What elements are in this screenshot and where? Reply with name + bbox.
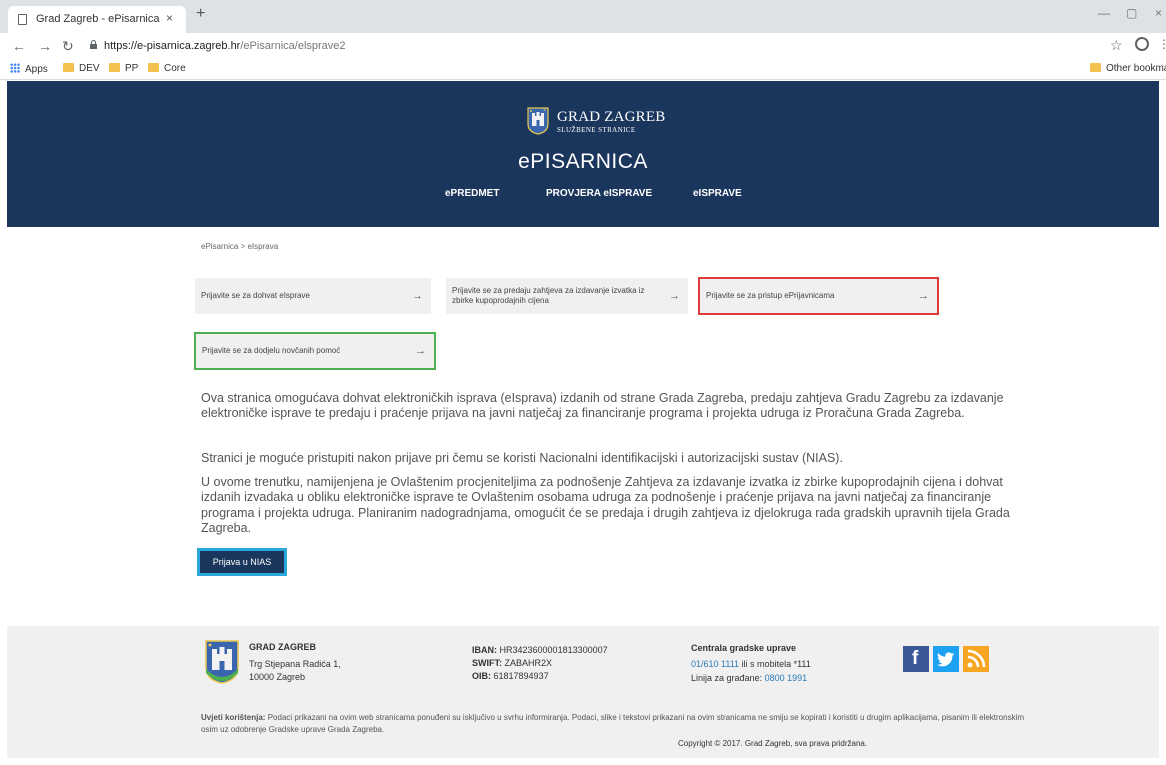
rss-icon[interactable] xyxy=(963,646,989,672)
nav-epredmet[interactable]: ePREDMET xyxy=(445,188,499,199)
bookmark-star-icon[interactable]: ☆ xyxy=(1110,37,1123,54)
folder-icon xyxy=(1090,63,1101,72)
brand-subtitle: SLUŽBENE STRANICE xyxy=(557,126,636,134)
url-text[interactable]: https://e-pisarnica.zagreb.hr/ePisarnica… xyxy=(104,40,346,52)
breadcrumb[interactable]: ePisarnica > eIsprava xyxy=(201,242,278,251)
nav-provjera-eisprave[interactable]: PROVJERA eISPRAVE xyxy=(546,188,652,199)
arrow-right-icon: → xyxy=(415,345,426,357)
arrow-right-icon: → xyxy=(669,290,680,302)
bookmark-pp[interactable]: PP xyxy=(109,63,138,74)
facebook-icon[interactable]: f xyxy=(903,646,929,672)
card-izvadak-kupoprodajnih-cijena[interactable]: Prijavite se za predaju zahtjeva za izda… xyxy=(446,278,688,314)
footer-central-title: Centrala gradske uprave xyxy=(691,643,797,653)
browser-tab[interactable]: Grad Zagreb - ePisarnica × xyxy=(8,6,186,33)
nias-login-button[interactable]: Prijava u NIAS xyxy=(197,548,287,576)
footer-citizens-line: Linija za građane: 0800 1991 xyxy=(691,673,808,683)
footer-swift: SWIFT: ZABAHR2X xyxy=(472,658,553,668)
arrow-right-icon: → xyxy=(412,290,423,302)
close-window-icon[interactable]: × xyxy=(1155,6,1162,20)
folder-icon xyxy=(63,63,74,72)
app-title: ePISARNICA xyxy=(518,150,648,173)
site-header: GRAD ZAGREB SLUŽBENE STRANICE ePISARNICA… xyxy=(7,81,1159,227)
twitter-icon[interactable] xyxy=(933,646,959,672)
card-novcane-pomoci[interactable]: Prijavite se za dodjelu novčanih pomoć → xyxy=(194,332,436,370)
site-footer: GRAD ZAGREB Trg Stjepana Radića 1, 10000… xyxy=(7,626,1159,758)
bookmarks-bar: Apps DEV PP Core Other bookmark xyxy=(0,60,1166,80)
apps-icon xyxy=(10,63,20,73)
footer-org-name: GRAD ZAGREB xyxy=(249,642,316,652)
browser-tabbar: Grad Zagreb - ePisarnica × + — ▢ × xyxy=(0,0,1166,33)
footer-central-phone: 01/610 1111 ili s mobitela *111 xyxy=(691,659,811,669)
card-label: Prijavite se za pristup ePrijavnicama xyxy=(706,291,835,300)
intro-paragraph-2: Stranici je moguće pristupiti nakon prij… xyxy=(201,451,843,465)
central-phone-link[interactable]: 01/610 1111 xyxy=(691,659,739,669)
citizens-phone-link[interactable]: 0800 1991 xyxy=(765,673,808,683)
forward-icon[interactable]: → xyxy=(38,38,52,54)
lock-icon xyxy=(90,40,97,49)
minimize-icon[interactable]: — xyxy=(1098,6,1110,20)
nav-eisprave[interactable]: eISPRAVE xyxy=(693,188,742,199)
folder-icon xyxy=(109,63,120,72)
footer-iban: IBAN: HR3423600001813300007 xyxy=(472,645,608,655)
footer-address-line2: 10000 Zagreb xyxy=(249,672,306,682)
menu-icon[interactable]: ⋮ xyxy=(1158,37,1166,51)
footer-terms: Uvjeti korištenja: Podaci prikazani na o… xyxy=(201,713,1025,734)
tab-close-icon[interactable]: × xyxy=(166,11,173,25)
intro-paragraph-3: U ovome trenutku, namijenjena je Ovlašte… xyxy=(201,475,1010,535)
new-tab-button[interactable]: + xyxy=(196,5,205,23)
page-icon xyxy=(18,14,27,25)
card-dohvat-eisprave[interactable]: Prijavite se za dohvat eIsprave → xyxy=(195,278,431,314)
address-bar[interactable]: https://e-pisarnica.zagreb.hr/ePisarnica… xyxy=(84,36,1094,57)
card-label: Prijavite se za predaju zahtjeva za izda… xyxy=(452,286,645,305)
browser-toolbar: ← → ↻ https://e-pisarnica.zagreb.hr/ePis… xyxy=(0,33,1166,60)
intro-paragraph-1: Ova stranica omogućava dohvat elektronič… xyxy=(201,391,1004,421)
tab-title: Grad Zagreb - ePisarnica xyxy=(36,13,160,25)
bookmark-other[interactable]: Other bookmark xyxy=(1090,63,1166,74)
footer-address-line1: Trg Stjepana Radića 1, xyxy=(249,659,341,669)
card-label: Prijavite se za dohvat eIsprave xyxy=(201,291,310,300)
zagreb-crest-icon xyxy=(205,640,239,684)
card-label: Prijavite se za dodjelu novčanih pomoć xyxy=(202,346,341,355)
zagreb-crest-icon xyxy=(527,107,549,135)
folder-icon xyxy=(148,63,159,72)
arrow-right-icon: → xyxy=(918,290,929,302)
bookmark-dev[interactable]: DEV xyxy=(63,63,100,74)
bookmark-apps[interactable]: Apps xyxy=(10,63,48,75)
reload-icon[interactable]: ↻ xyxy=(62,38,74,55)
restore-icon[interactable]: ▢ xyxy=(1126,6,1137,20)
footer-copyright: Copyright © 2017. Grad Zagreb, sva prava… xyxy=(678,739,868,748)
back-icon[interactable]: ← xyxy=(12,38,26,54)
card-eprijavnice[interactable]: Prijavite se za pristup ePrijavnicama → xyxy=(698,277,939,315)
footer-oib: OIB: 61817894937 xyxy=(472,671,549,681)
profile-icon[interactable] xyxy=(1135,37,1149,51)
brand-name[interactable]: GRAD ZAGREB xyxy=(557,109,665,126)
bookmark-core[interactable]: Core xyxy=(148,63,186,74)
